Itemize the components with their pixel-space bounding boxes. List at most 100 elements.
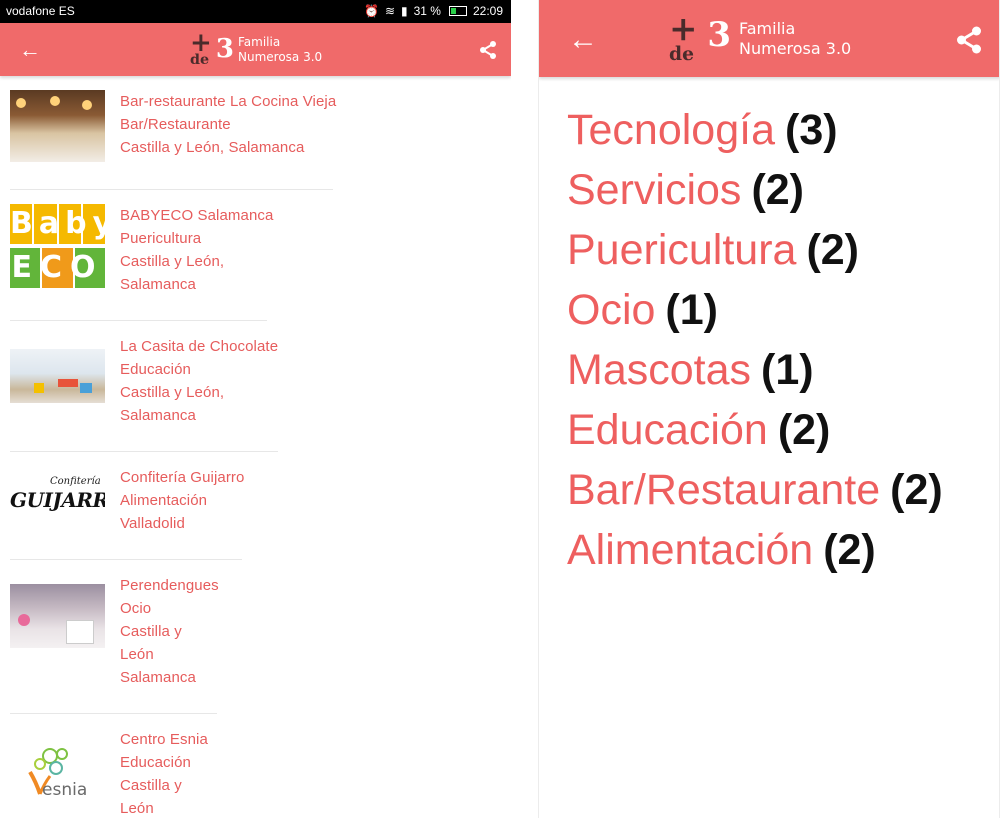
list-item[interactable]: Perendengues Ocio Castilla y León Salama… [0, 560, 511, 714]
item-category[interactable]: Alimentación [120, 489, 244, 512]
category-item-tecnologia[interactable]: Tecnología (3) [567, 100, 943, 160]
business-list: Bar-restaurante La Cocina Vieja Bar/Rest… [0, 76, 511, 818]
category-count: (2) [806, 226, 860, 274]
esnia-logo-text: esnia [42, 780, 88, 800]
logo-mark: + de 3 [669, 9, 731, 65]
app-bar: ← + de 3 Familia Numerosa 3.0 [0, 23, 511, 76]
app-logo: + de 3 Familia Numerosa 3.0 [190, 28, 322, 68]
item-name[interactable]: Confitería Guijarro [120, 466, 244, 489]
category-count: (2) [823, 526, 876, 574]
category-name[interactable]: Educación [567, 406, 768, 454]
app-bar: ← + de 3 Familia Numerosa 3.0 [539, 0, 999, 77]
back-arrow-icon[interactable]: ← [16, 36, 44, 64]
item-name[interactable]: Bar-restaurante La Cocina Vieja [120, 90, 336, 113]
item-name[interactable]: Perendengues [120, 574, 219, 597]
category-name[interactable]: Mascotas [567, 346, 751, 394]
category-item-ocio[interactable]: Ocio (1) [567, 280, 943, 340]
logo-line2: Numerosa 3.0 [739, 39, 852, 58]
category-name[interactable]: Puericultura [567, 226, 796, 274]
logo-line1: Familia [238, 35, 281, 49]
babyeco-logo-line2: ECO [11, 250, 104, 285]
item-location: Castilla y León, [120, 384, 225, 401]
category-item-puericultura[interactable]: Puericultura (2) [567, 220, 943, 280]
item-region-link[interactable]: Castilla y León [120, 774, 190, 818]
logo-line1: Familia [739, 19, 796, 38]
category-name[interactable]: Bar/Restaurante [567, 466, 880, 514]
item-info: La Casita de Chocolate Educación Castill… [120, 335, 278, 427]
status-bar: vodafone ES ⏰ ≋ ▮ 31 % 22:09 [0, 0, 511, 23]
guijarro-logo-main: GUIJARRO [10, 488, 105, 512]
logo-text: Familia Numerosa 3.0 [739, 19, 851, 59]
item-region-link[interactable]: Castilla y León [120, 253, 220, 270]
carrier-label: vodafone ES [6, 4, 75, 18]
item-region-link[interactable]: Castilla y León [120, 139, 220, 156]
list-item[interactable]: La Casita de Chocolate Educación Castill… [0, 321, 511, 452]
list-item[interactable]: Confitería GUIJARRO Confitería Guijarro … [0, 452, 511, 560]
item-category[interactable]: Ocio [120, 597, 219, 620]
logo-mark: + de 3 [190, 28, 234, 68]
logo-line2: Numerosa 3.0 [238, 50, 323, 64]
guijarro-thumbnail: Confitería GUIJARRO [10, 474, 105, 526]
item-category[interactable]: Bar/Restaurante [120, 113, 336, 136]
esnia-thumbnail: esnia [10, 742, 105, 804]
share-icon[interactable] [951, 22, 987, 58]
back-arrow-icon[interactable]: ← [565, 22, 601, 58]
guijarro-logo-top: Confitería [50, 476, 101, 487]
category-count: (2) [777, 406, 831, 454]
category-count: (3) [785, 106, 838, 154]
classroom-thumbnail [10, 349, 105, 403]
wifi-icon: ≋ [384, 4, 395, 18]
clock-label: 22:09 [472, 4, 503, 18]
item-info: Perendengues Ocio Castilla y León Salama… [120, 574, 219, 689]
category-name[interactable]: Ocio [567, 286, 655, 334]
item-city-link[interactable]: Valladolid [120, 512, 244, 535]
item-category[interactable]: Educación [120, 358, 278, 381]
category-item-mascotas[interactable]: Mascotas (1) [567, 340, 943, 400]
category-name[interactable]: Alimentación [567, 526, 813, 574]
item-category[interactable]: Puericultura [120, 227, 273, 250]
list-item[interactable]: Baby ECO BABYECO Salamanca Puericultura … [0, 190, 511, 321]
item-info: Confitería Guijarro Alimentación Vallado… [120, 466, 244, 535]
category-count: (1) [761, 346, 814, 394]
status-icons: ⏰ ≋ ▮ 31 % 22:09 [364, 4, 503, 18]
playroom-thumbnail [10, 584, 105, 648]
business-list-screen: vodafone ES ⏰ ≋ ▮ 31 % 22:09 ← + de 3 Fa… [0, 0, 511, 818]
restaurant-thumbnail [10, 90, 105, 162]
category-name[interactable]: Servicios [567, 166, 741, 214]
item-city-link[interactable]: Salamanca [228, 139, 304, 156]
category-count: (2) [890, 466, 943, 514]
list-item[interactable]: Bar-restaurante La Cocina Vieja Bar/Rest… [0, 76, 511, 190]
category-name[interactable]: Tecnología [567, 106, 775, 154]
signal-icon: ▮ [401, 4, 408, 18]
category-item-bar-restaurante[interactable]: Bar/Restaurante (2) [567, 460, 943, 520]
share-icon[interactable] [475, 37, 501, 63]
logo-text: Familia Numerosa 3.0 [238, 35, 322, 65]
alarm-icon: ⏰ [363, 4, 379, 18]
item-region-link[interactable]: Castilla y León [120, 620, 190, 666]
list-item[interactable]: esnia Centro Esnia Educación Castilla y … [0, 714, 511, 818]
item-location: Castilla y León, Salamanca [120, 139, 305, 156]
category-count: (1) [665, 286, 718, 334]
category-list: Tecnología (3) Servicios (2) Puericultura(… [567, 100, 943, 580]
babyeco-thumbnail: Baby ECO [10, 200, 105, 290]
category-item-alimentacion[interactable]: Alimentación (2) [567, 520, 943, 580]
item-region-link[interactable]: Castilla y León [120, 384, 220, 401]
item-name[interactable]: La Casita de Chocolate [120, 335, 278, 358]
battery-icon [448, 6, 467, 16]
item-info: Centro Esnia Educación Castilla y León , [120, 728, 208, 818]
item-name[interactable]: BABYECO Salamanca [120, 204, 273, 227]
item-name[interactable]: Centro Esnia [120, 728, 208, 751]
category-count: (2) [751, 166, 804, 214]
category-item-educacion[interactable]: Educación (2) [567, 400, 943, 460]
item-city-link[interactable]: Salamanca [120, 404, 278, 427]
category-item-servicios[interactable]: Servicios (2) [567, 160, 943, 220]
babyeco-logo-line1: Baby [10, 206, 105, 241]
app-logo: + de 3 Familia Numerosa 3.0 [669, 9, 851, 65]
item-info: Bar-restaurante La Cocina Vieja Bar/Rest… [120, 90, 336, 159]
category-list-screen: ← + de 3 Familia Numerosa 3.0 Tecnología… [538, 0, 1000, 818]
item-category[interactable]: Educación [120, 751, 208, 774]
item-city-link[interactable]: Salamanca [120, 666, 219, 689]
item-location: Castilla y León, [120, 253, 225, 270]
item-city-link[interactable]: Salamanca [120, 273, 273, 296]
battery-label: 31 % [413, 4, 441, 18]
